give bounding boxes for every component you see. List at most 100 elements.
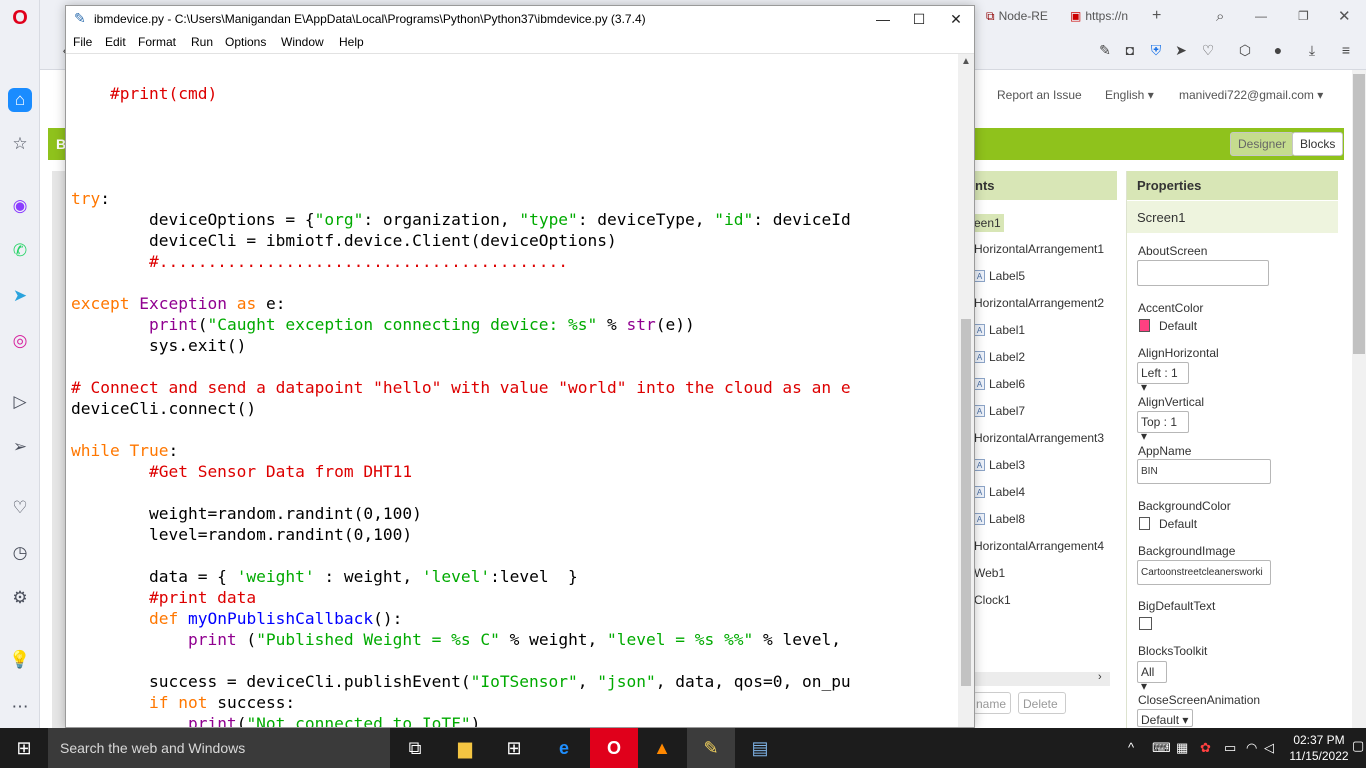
volume-icon[interactable]: ◁ [1264,740,1274,756]
edge-icon[interactable]: e [540,728,588,768]
component-label1[interactable]: A Label1 [974,323,1025,337]
prop-closescreenanimation-select[interactable]: Default ▾ [1137,709,1193,727]
prop-backgroundimage-input[interactable]: Cartoonstreetcleanersworki [1137,560,1271,585]
store-icon[interactable]: ⊞ [490,728,538,768]
python-idle-taskbar-icon[interactable]: ✎ [687,728,735,768]
opera-taskbar-icon[interactable]: O [590,728,638,768]
camera-icon[interactable]: ◘ [1120,40,1140,60]
prop-aboutscreen-input[interactable] [1137,260,1269,286]
favorites-icon[interactable]: ♡ [8,496,32,520]
more-icon[interactable]: ⋯ [8,695,32,719]
vlc-icon[interactable]: ▲ [638,728,686,768]
send-icon[interactable]: ➢ [8,435,32,459]
component-label6[interactable]: A Label6 [974,377,1025,391]
minimize-browser-icon[interactable]: — [1255,4,1267,28]
menu-icon[interactable]: ≡ [1336,40,1356,60]
component-horizontalarrangement3[interactable]: HorizontalArrangement3 [974,431,1104,445]
component-label5[interactable]: A Label5 [974,269,1025,283]
close-browser-icon[interactable]: ✕ [1338,4,1351,28]
profile-icon[interactable]: ● [1268,40,1288,60]
account-menu[interactable]: manivedi722@gmail.com ▾ [1179,88,1323,102]
scroll-up-icon[interactable]: ▲ [961,56,971,67]
heart-icon[interactable]: ♡ [1198,40,1218,60]
messenger-icon[interactable]: ◉ [8,194,32,218]
restore-browser-icon[interactable]: ❐ [1298,4,1309,28]
component-horizontalarrangement1[interactable]: HorizontalArrangement1 [974,242,1104,256]
maximize-icon[interactable]: ☐ [900,6,938,32]
editor-scrollbar-thumb[interactable] [961,319,971,686]
home-icon[interactable]: ⌂ [8,88,32,112]
share-icon[interactable]: ➤ [1171,40,1191,60]
blocks-button[interactable]: Blocks [1292,132,1344,156]
player-icon[interactable]: ▷ [8,390,32,414]
opera-logo-icon[interactable]: O [8,6,32,30]
menu-run[interactable]: Run [191,35,213,49]
menu-help[interactable]: Help [339,35,364,49]
menu-window[interactable]: Window [281,35,324,49]
battery-icon[interactable]: ▭ [1224,740,1236,756]
whatsapp-icon[interactable]: ✆ [8,239,32,263]
prop-alignvertical-select[interactable]: Top : 1 ▾ [1137,411,1189,443]
component-web1[interactable]: Web1 [974,566,1005,580]
designer-button[interactable]: Designer [1230,132,1295,156]
keyboard-icon[interactable]: ⌨ [1152,740,1171,756]
taskbar-search[interactable]: Search the web and Windows [48,728,390,768]
taskbar-clock[interactable]: 02:37 PM 11/15/2022 [1288,732,1350,764]
component-clock1[interactable]: Clock1 [974,593,1011,607]
report-issue-link[interactable]: Report an Issue [997,88,1082,102]
prop-accentcolor-value[interactable]: Default [1159,319,1197,333]
telegram-icon[interactable]: ➤ [8,284,32,308]
page-scrollbar-thumb[interactable] [1353,74,1365,354]
scroll-right-icon[interactable]: › [1098,671,1102,683]
component-horizontalarrangement4[interactable]: HorizontalArrangement4 [974,539,1104,553]
notification-icon[interactable]: ▢ [1352,738,1364,754]
component-screen1[interactable]: een1 [974,214,1004,232]
history-icon[interactable]: ◷ [8,541,32,565]
component-label8[interactable]: A Label8 [974,512,1025,526]
component-label2[interactable]: A Label2 [974,350,1025,364]
component-horizontalarrangement2[interactable]: HorizontalArrangement2 [974,296,1104,310]
tips-icon[interactable]: 💡 [8,648,32,672]
cube-icon[interactable]: ⬡ [1235,40,1255,60]
menu-format[interactable]: Format [138,35,176,49]
search-tabs-icon[interactable]: ⌕ [1216,4,1224,28]
task-view-icon[interactable]: ⧉ [391,728,439,768]
download-icon[interactable]: ⤓ [1302,40,1322,60]
new-tab-button[interactable]: + [1152,4,1161,28]
tab-node-red[interactable]: ⧉ Node-RE [986,4,1048,28]
prop-blockstoolkit-select[interactable]: All ▾ [1137,661,1167,693]
close-icon[interactable]: ✕ [937,6,975,32]
menu-edit[interactable]: Edit [105,35,126,49]
instagram-icon[interactable]: ◎ [8,329,32,353]
menu-file[interactable]: File [73,35,92,49]
network-icon[interactable]: ▦ [1176,740,1188,756]
edit-icon[interactable]: ✎ [1095,40,1115,60]
component-label4[interactable]: A Label4 [974,485,1025,499]
menu-options[interactable]: Options [225,35,266,49]
speed-dial-icon[interactable]: ☆ [8,132,32,156]
editor-scrollbar[interactable]: ▲ [958,54,974,727]
app-tray-icon[interactable]: ✿ [1200,740,1211,756]
prop-backgroundcolor-value[interactable]: Default [1159,517,1197,531]
component-label7[interactable]: A Label7 [974,404,1025,418]
vpn-shield-icon[interactable]: ⛨ [1146,40,1166,60]
background-color-swatch[interactable] [1139,517,1150,530]
language-menu[interactable]: English ▾ [1105,88,1154,102]
code-editor[interactable]: #print(cmd) try: deviceOptions = {"org": … [66,54,958,727]
settings-icon[interactable]: ⚙ [8,586,32,610]
prop-alignhorizontal-select[interactable]: Left : 1 ▾ [1137,362,1189,394]
component-label3[interactable]: A Label3 [974,458,1025,472]
prop-appname-input[interactable]: BIN [1137,459,1271,484]
minimize-icon[interactable]: — [864,6,902,32]
tray-expand-icon[interactable]: ^ [1128,740,1134,755]
tab-url[interactable]: ▣ https://n [1070,4,1128,28]
windows-start-icon[interactable]: ⊞ [0,728,48,768]
prop-bigdefaulttext-checkbox[interactable] [1139,617,1152,630]
app-taskbar-icon[interactable]: ▤ [736,728,784,768]
components-hscroll[interactable]: › [974,671,1110,686]
accent-color-swatch[interactable] [1139,319,1150,332]
wifi-icon[interactable]: ◠ [1246,740,1257,756]
rename-button[interactable]: name [973,692,1011,714]
file-explorer-icon[interactable]: ▆ [441,728,489,768]
delete-button[interactable]: Delete [1018,692,1066,714]
